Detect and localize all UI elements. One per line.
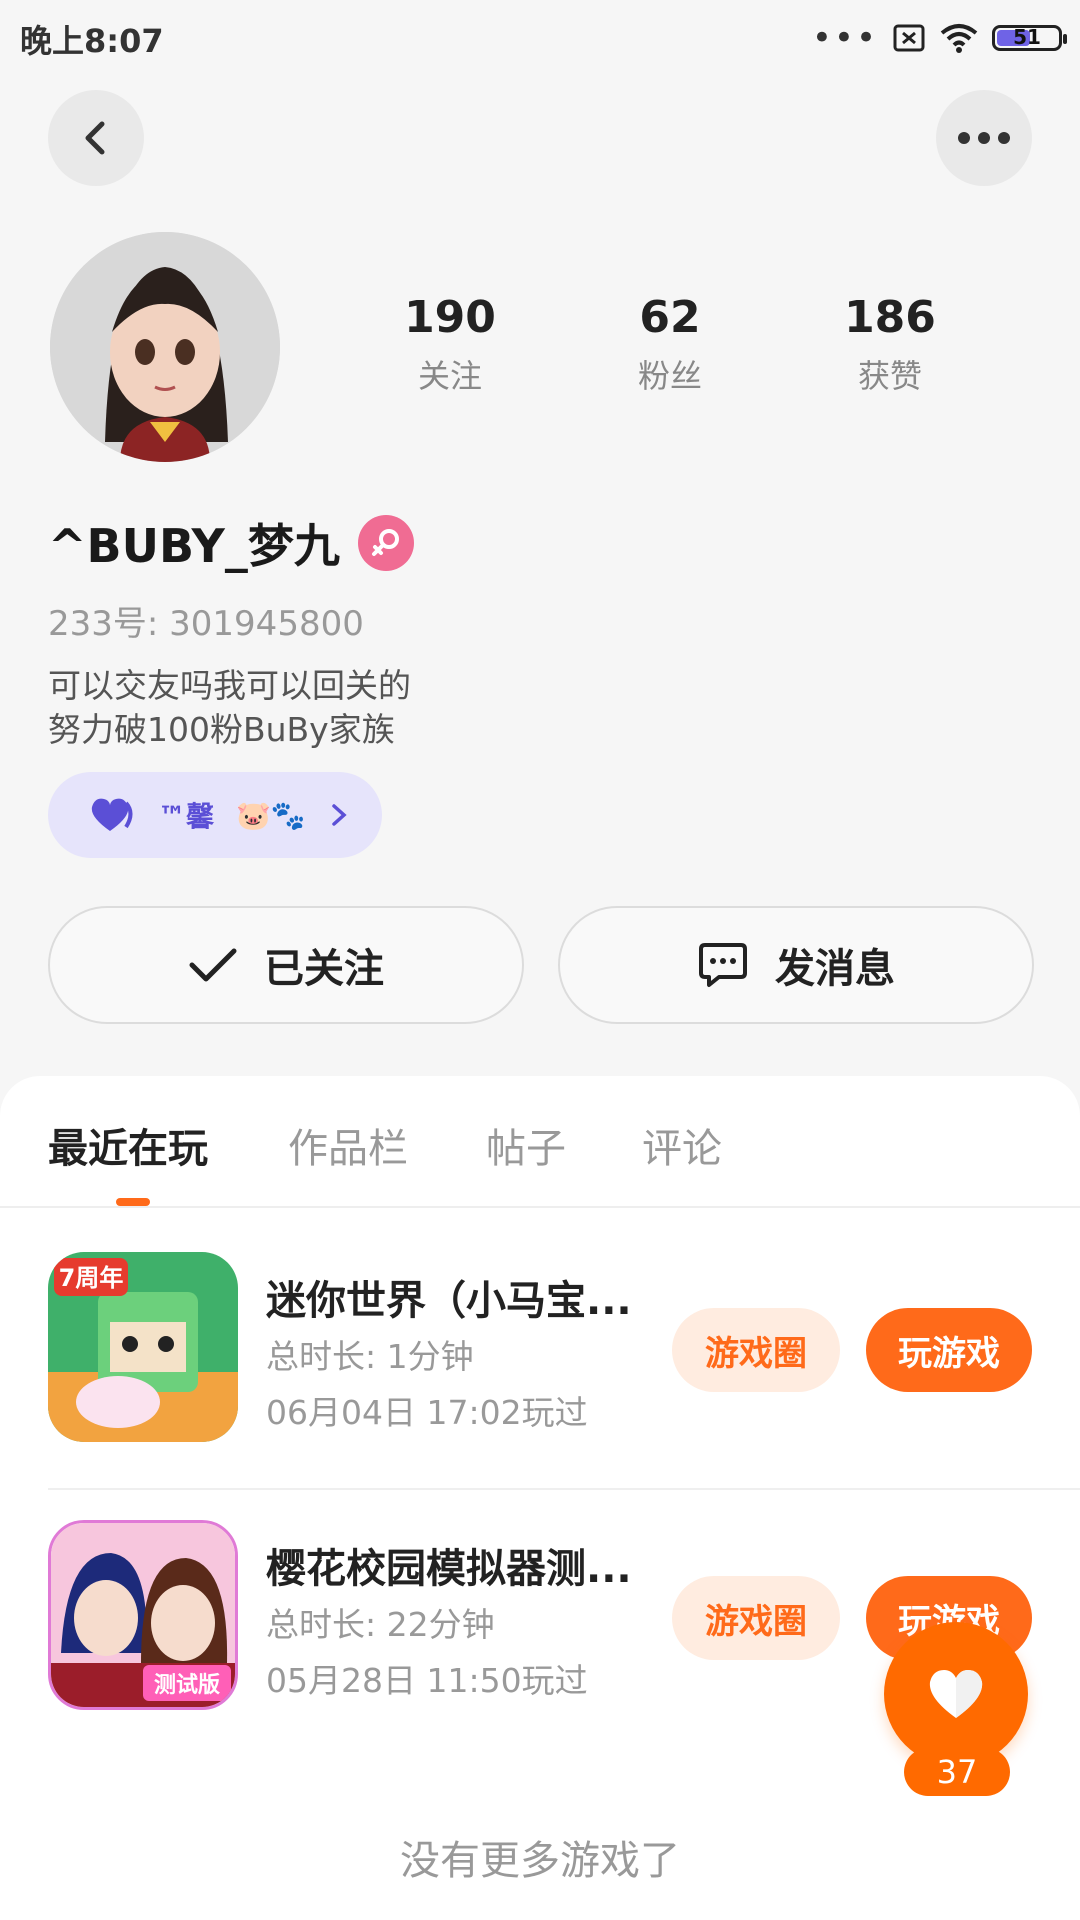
tab-comments[interactable]: 评论 xyxy=(642,1116,722,1174)
game-title: 樱花校园模拟器测... xyxy=(266,1546,632,1592)
sim-off-icon xyxy=(893,24,925,52)
game-circle-button[interactable]: 游戏圈 xyxy=(672,1576,840,1660)
check-icon xyxy=(189,948,237,982)
family-chip[interactable]: ™馨 🐷🐾 xyxy=(48,772,382,858)
game-row[interactable]: 7周年 迷你世界（小马宝... 总时长: 1分钟 06月04日 17:02玩过 … xyxy=(0,1252,1080,1512)
stat-value: 190 xyxy=(404,292,496,343)
game-title: 迷你世界（小马宝... xyxy=(266,1278,632,1324)
battery-icon: 51 xyxy=(992,25,1067,51)
tab-indicator xyxy=(116,1198,150,1206)
username-row: ^BUBY_梦九 xyxy=(48,510,414,576)
status-bar: 晚上8:07 ••• 51 xyxy=(0,0,1080,72)
message-button[interactable]: 发消息 xyxy=(558,906,1034,1024)
profile-screen: 晚上8:07 ••• 51 190 关注 62 粉丝 186 获赞 ^BUBY_… xyxy=(0,0,1080,1920)
followed-button[interactable]: 已关注 xyxy=(48,906,524,1024)
family-name: ™馨 xyxy=(158,800,215,833)
chevron-left-icon xyxy=(85,121,105,155)
family-emoji: 🐷🐾 xyxy=(236,798,306,832)
game-icon-sakura-school[interactable]: 测试版 xyxy=(48,1520,238,1710)
bio-line: 努力破100粉BuBy家族 xyxy=(48,710,395,749)
wifi-icon xyxy=(940,24,978,53)
heart-icon xyxy=(91,798,133,831)
stat-label: 关注 xyxy=(417,357,482,395)
tab-works[interactable]: 作品栏 xyxy=(288,1116,408,1174)
user-id: 233号: 301945800 xyxy=(48,604,364,644)
stat-followers[interactable]: 62 粉丝 xyxy=(560,292,780,397)
play-game-button[interactable]: 玩游戏 xyxy=(866,1308,1032,1392)
username: ^BUBY_梦九 xyxy=(48,519,340,573)
like-count-badge: 37 xyxy=(904,1748,1010,1796)
game-duration: 总时长: 22分钟 xyxy=(266,1605,495,1644)
avatar-image xyxy=(50,232,280,462)
more-options-button[interactable] xyxy=(936,90,1032,186)
avatar[interactable] xyxy=(50,232,280,462)
stat-following[interactable]: 190 关注 xyxy=(340,292,560,397)
game-duration: 总时长: 1分钟 xyxy=(266,1337,474,1376)
ellipsis-icon xyxy=(958,132,1010,144)
game-circle-button[interactable]: 游戏圈 xyxy=(672,1308,840,1392)
bio: 可以交友吗我可以回关的 努力破100粉BuBy家族 xyxy=(48,664,411,752)
bio-line: 可以交友吗我可以回关的 xyxy=(48,666,411,705)
followed-label: 已关注 xyxy=(264,946,384,992)
battery-level: 51 xyxy=(1013,25,1041,49)
more-notifications-icon: ••• xyxy=(811,18,878,58)
stat-label: 获赞 xyxy=(857,357,922,395)
stat-likes[interactable]: 186 获赞 xyxy=(780,292,1000,397)
message-label: 发消息 xyxy=(775,946,895,992)
female-icon xyxy=(357,515,414,571)
tab-bar: 最近在玩 作品栏 帖子 评论 xyxy=(0,1076,1080,1208)
stat-label: 粉丝 xyxy=(637,357,702,395)
tab-posts[interactable]: 帖子 xyxy=(486,1116,566,1174)
heart-icon xyxy=(929,1670,983,1718)
game-icon-mini-world[interactable]: 7周年 xyxy=(48,1252,238,1442)
game-last-played: 05月28日 11:50玩过 xyxy=(266,1661,588,1700)
game-badge: 7周年 xyxy=(59,1264,124,1292)
no-more-games: 没有更多游戏了 xyxy=(400,1838,680,1884)
stat-value: 186 xyxy=(844,292,936,343)
tab-recently-played[interactable]: 最近在玩 xyxy=(48,1116,208,1174)
floating-like-button[interactable] xyxy=(884,1622,1028,1766)
status-time: 晚上8:07 xyxy=(20,22,164,60)
divider xyxy=(48,1488,1080,1490)
chevron-right-icon xyxy=(332,804,347,826)
profile-stats: 190 关注 62 粉丝 186 获赞 xyxy=(340,292,1000,397)
back-button[interactable] xyxy=(48,90,144,186)
stat-value: 62 xyxy=(639,292,701,343)
game-last-played: 06月04日 17:02玩过 xyxy=(266,1393,588,1432)
status-icons: ••• 51 xyxy=(811,18,1067,58)
chat-bubble-icon xyxy=(699,943,747,987)
game-badge: 测试版 xyxy=(154,1673,220,1698)
